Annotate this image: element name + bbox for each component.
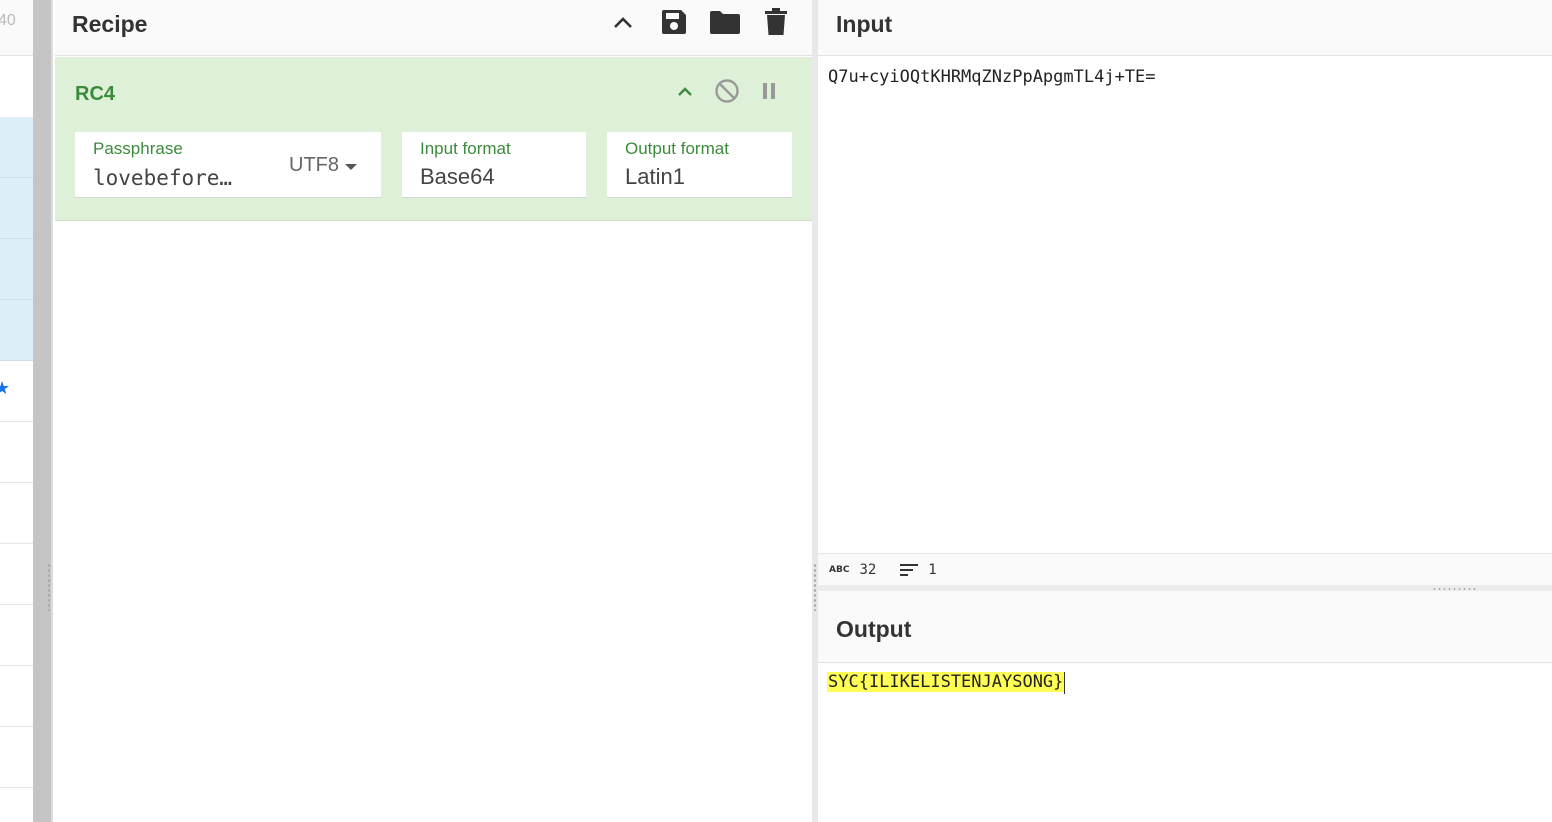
operation-list-item[interactable] xyxy=(0,239,33,300)
input-length: 32 xyxy=(859,561,877,578)
output-header: Output xyxy=(818,591,1552,663)
output-text[interactable]: SYC{ILIKELISTENJAYSONG} xyxy=(827,672,1065,692)
panel-resize-handle[interactable] xyxy=(47,563,51,611)
favourite-star-icon[interactable]: ★ xyxy=(0,379,10,397)
operations-search-area[interactable]: 40 xyxy=(0,0,33,56)
passphrase-input[interactable]: lovebefore… xyxy=(93,166,232,190)
output-format-field[interactable]: Output format Latin1 xyxy=(607,132,792,198)
output-format-select[interactable]: Latin1 xyxy=(625,164,685,190)
passphrase-label: Passphrase xyxy=(93,139,183,158)
operations-count: 40 xyxy=(0,12,16,29)
panel-resize-handle[interactable] xyxy=(813,563,817,611)
lines-icon xyxy=(900,563,919,576)
passphrase-field[interactable]: Passphrase lovebefore… UTF8 xyxy=(75,132,381,198)
load-recipe-folder-icon[interactable] xyxy=(709,6,741,38)
input-title: Input xyxy=(836,11,893,37)
encoding-value: UTF8 xyxy=(289,154,339,176)
operation-list-item[interactable] xyxy=(0,422,33,483)
operations-scrollbar[interactable] xyxy=(33,0,53,822)
collapse-operation-icon[interactable] xyxy=(671,77,699,105)
output-format-label: Output format xyxy=(625,139,729,158)
input-status-bar: ABC 32 1 xyxy=(818,553,1552,585)
operation-list-item[interactable] xyxy=(0,300,33,361)
input-lines: 1 xyxy=(928,561,937,578)
caret-down-icon xyxy=(345,163,357,170)
operation-list-item[interactable] xyxy=(0,544,33,605)
input-textarea[interactable]: Q7u+cyiOQtKHRMqZNzPpApgmTL4j+TE= xyxy=(828,67,1156,87)
breakpoint-pause-icon[interactable] xyxy=(755,77,783,105)
input-format-label: Input format xyxy=(420,139,511,158)
operation-list-item[interactable] xyxy=(0,483,33,544)
collapse-all-icon[interactable] xyxy=(607,6,639,38)
text-cursor xyxy=(1064,672,1065,694)
operation-list-item[interactable] xyxy=(0,605,33,666)
recipe-panel: Recipe RC4 Passphrase lovebefore… UTF8 I… xyxy=(55,0,812,822)
operation-list-item[interactable] xyxy=(0,178,33,239)
output-panel: Output SYC{ILIKELISTENJAYSONG} xyxy=(818,591,1552,822)
input-format-select[interactable]: Base64 xyxy=(420,164,495,190)
recipe-title: Recipe xyxy=(72,11,148,37)
disable-operation-icon[interactable] xyxy=(713,77,741,105)
operations-panel: 40 ★ xyxy=(0,0,33,822)
operation-list-item[interactable] xyxy=(0,117,33,178)
input-format-field[interactable]: Input format Base64 xyxy=(402,132,586,198)
passphrase-encoding-dropdown[interactable]: UTF8 xyxy=(289,154,357,177)
operation-name: RC4 xyxy=(75,83,116,105)
rc4-operation-card[interactable]: RC4 Passphrase lovebefore… UTF8 Input fo… xyxy=(55,57,812,221)
save-recipe-icon[interactable] xyxy=(658,6,690,38)
operation-list-item[interactable] xyxy=(0,727,33,788)
length-abc-icon: ABC xyxy=(829,564,850,575)
recipe-header: Recipe xyxy=(55,0,812,56)
clear-recipe-trash-icon[interactable] xyxy=(760,6,792,38)
input-header: Input xyxy=(818,0,1552,56)
operation-list-item[interactable] xyxy=(0,666,33,727)
output-title: Output xyxy=(836,616,912,642)
input-panel: Input Q7u+cyiOQtKHRMqZNzPpApgmTL4j+TE= A… xyxy=(818,0,1552,585)
